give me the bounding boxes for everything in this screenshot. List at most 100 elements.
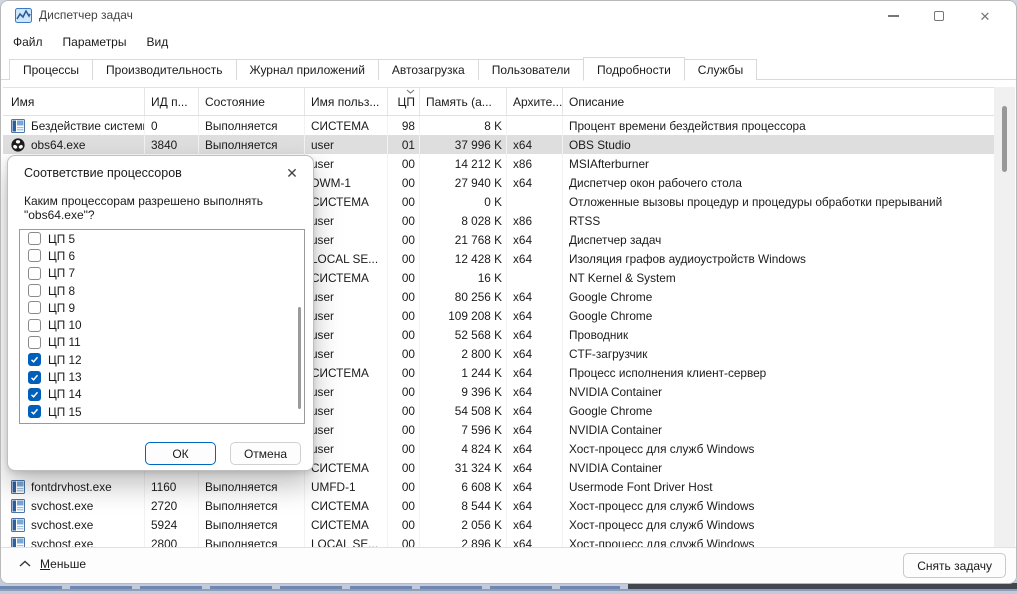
cpu-list-item[interactable]: ЦП 15	[20, 403, 304, 420]
dialog-close-button[interactable]: ✕	[281, 162, 303, 184]
cancel-button[interactable]: Отмена	[230, 442, 301, 465]
cpu-checkbox[interactable]	[28, 388, 41, 401]
cell-username: DWM-1	[305, 173, 388, 192]
menu-item-0[interactable]: Файл	[3, 33, 53, 51]
menu-item-2[interactable]: Вид	[136, 33, 178, 51]
cell-username: СИСТЕМА	[305, 268, 388, 287]
column-header-label: Имя	[11, 95, 34, 109]
table-row[interactable]: svchost.exe5924ВыполняетсяСИСТЕМА002 056…	[3, 515, 996, 534]
cpu-list-item[interactable]: ЦП 11	[20, 334, 304, 351]
table-row[interactable]: Бездействие системы0ВыполняетсяСИСТЕМА98…	[3, 116, 996, 135]
cell-memory: 4 824 K	[420, 439, 507, 458]
cell-username: LOCAL SE...	[305, 249, 388, 268]
cpu-checkbox[interactable]	[28, 336, 41, 349]
cell-cpu: 00	[388, 211, 420, 230]
close-icon: ✕	[286, 165, 298, 182]
cell-description: Проводник	[563, 325, 996, 344]
cell-description: Отложенные вызовы процедур и процедуры о…	[563, 192, 996, 211]
process-name: Бездействие системы	[31, 119, 145, 133]
tab-Автозагрузка[interactable]: Автозагрузка	[378, 59, 479, 80]
table-scrollbar[interactable]	[994, 87, 1015, 549]
background-line	[0, 589, 1017, 591]
tab-Службы[interactable]: Службы	[684, 59, 757, 80]
table-row[interactable]: obs64.exe3840Выполняетсяuser0137 996 Kx6…	[3, 135, 996, 154]
cell-username: user	[305, 211, 388, 230]
tab-Производительность[interactable]: Производительность	[92, 59, 236, 80]
cpu-list-item[interactable]: ЦП 12	[20, 351, 304, 368]
tab-Пользователи[interactable]: Пользователи	[478, 59, 584, 80]
window-controls: ✕	[870, 1, 1008, 31]
cell-cpu: 00	[388, 192, 420, 211]
cpu-checkbox[interactable]	[28, 301, 41, 314]
fewer-details-toggle[interactable]: Меньше	[19, 557, 86, 571]
cpu-checkbox[interactable]	[28, 371, 41, 384]
cpu-label: ЦП 13	[48, 370, 82, 384]
tab-Подробности[interactable]: Подробности	[583, 57, 685, 81]
cell-cpu: 00	[388, 268, 420, 287]
cpu-label: ЦП 12	[48, 353, 82, 367]
end-task-button[interactable]: Снять задачу	[903, 553, 1006, 578]
cell-username: СИСТЕМА	[305, 515, 388, 534]
maximize-button[interactable]	[916, 1, 962, 31]
cpu-list-item[interactable]: ЦП 5	[20, 230, 304, 247]
cpu-label: ЦП 8	[48, 284, 75, 298]
cpu-list-item[interactable]: ЦП 8	[20, 282, 304, 299]
cpu-checkbox[interactable]	[28, 353, 41, 366]
cpu-checkbox[interactable]	[28, 319, 41, 332]
menu-item-1[interactable]: Параметры	[53, 33, 137, 51]
cell-memory: 8 028 K	[420, 211, 507, 230]
cell-memory: 27 940 K	[420, 173, 507, 192]
cell-description: Хост-процесс для служб Windows	[563, 496, 996, 515]
cpu-list-item[interactable]: ЦП 10	[20, 316, 304, 333]
column-header-arch[interactable]: Архите...	[507, 88, 563, 115]
process-name: fontdrvhost.exe	[31, 480, 112, 494]
column-header-desc[interactable]: Описание	[563, 88, 996, 115]
screen: Диспетчер задач ✕ ФайлПараметрыВид Проце…	[0, 0, 1017, 594]
cpu-list-item[interactable]: ЦП 13	[20, 368, 304, 385]
table-row[interactable]: svchost.exe2720ВыполняетсяСИСТЕМА008 544…	[3, 496, 996, 515]
cpu-list-item[interactable]: ЦП 9	[20, 299, 304, 316]
cell-pid: 5924	[145, 515, 199, 534]
column-header-user[interactable]: Имя польз...	[305, 88, 388, 115]
column-header-status[interactable]: Состояние	[199, 88, 305, 115]
table-row[interactable]: fontdrvhost.exe1160ВыполняетсяUMFD-1006 …	[3, 477, 996, 496]
cell-cpu: 01	[388, 135, 420, 154]
cell-cpu: 00	[388, 458, 420, 477]
cell-memory: 80 256 K	[420, 287, 507, 306]
cpu-checkbox[interactable]	[28, 405, 41, 418]
cpu-checkbox[interactable]	[28, 232, 41, 245]
listbox-scrollbar-thumb[interactable]	[298, 307, 301, 409]
maximize-icon	[934, 11, 944, 21]
cell-architecture	[507, 192, 563, 211]
table-scrollbar-thumb[interactable]	[1002, 106, 1007, 172]
cpu-list-item[interactable]: ЦП 14	[20, 386, 304, 403]
listbox-scrollbar[interactable]	[298, 232, 302, 421]
cell-architecture: x64	[507, 325, 563, 344]
column-header-mem[interactable]: Память (а...	[420, 88, 507, 115]
column-header-pid[interactable]: ИД п...	[145, 88, 199, 115]
cpu-checkbox[interactable]	[28, 267, 41, 280]
tab-Процессы[interactable]: Процессы	[9, 59, 93, 80]
cpu-list-item[interactable]: ЦП 6	[20, 247, 304, 264]
ok-button[interactable]: ОК	[145, 442, 216, 465]
column-header-cpu[interactable]: ЦП	[388, 88, 420, 115]
cell-username: user	[305, 344, 388, 363]
cell-cpu: 00	[388, 515, 420, 534]
cpu-label: ЦП 11	[48, 335, 81, 349]
cell-architecture: x64	[507, 287, 563, 306]
cell-cpu: 00	[388, 477, 420, 496]
tab-Журнал приложений[interactable]: Журнал приложений	[236, 59, 379, 80]
column-header-name[interactable]: Имя	[3, 88, 145, 115]
cpu-checkbox[interactable]	[28, 249, 41, 262]
cell-description: Диспетчер окон рабочего стола	[563, 173, 996, 192]
process-icon	[11, 119, 25, 133]
cpu-checkbox[interactable]	[28, 284, 41, 297]
cpu-list-item[interactable]: ЦП 7	[20, 265, 304, 282]
cell-cpu: 00	[388, 439, 420, 458]
minimize-button[interactable]	[870, 1, 916, 31]
cell-username: СИСТЕМА	[305, 496, 388, 515]
cell-pid: 0	[145, 116, 199, 135]
cell-memory: 2 056 K	[420, 515, 507, 534]
close-button[interactable]: ✕	[962, 1, 1008, 31]
cell-description: NT Kernel & System	[563, 268, 996, 287]
